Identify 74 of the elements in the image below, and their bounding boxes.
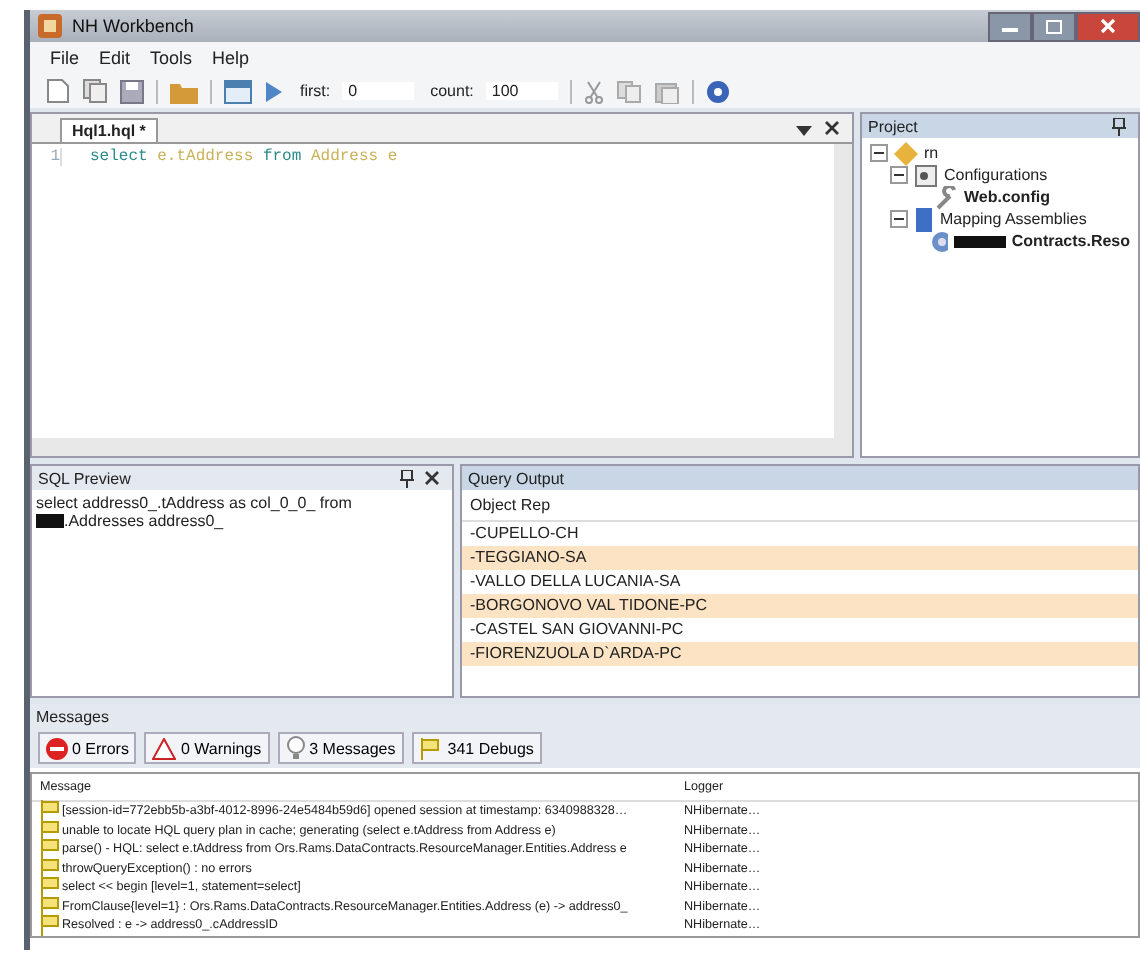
line-number: 1 (32, 148, 62, 166)
menu-item[interactable]: Tools (150, 48, 193, 68)
dropdown-icon[interactable] (796, 126, 812, 136)
filter-button[interactable]: 341 Debugs (411, 732, 542, 764)
gear-icon (929, 229, 948, 253)
error-icon (46, 737, 68, 759)
flag-icon (40, 914, 62, 937)
first-label: first: (300, 82, 331, 100)
flag-icon (40, 819, 62, 842)
count-field[interactable]: 100 (485, 82, 558, 100)
table-cell-text: -VALLO DELLA LUCANIA-SA (468, 570, 683, 594)
panel-title: SQL Preview (38, 469, 131, 487)
table-cell-text: -CUPELLO-CH (468, 522, 581, 546)
vertical-scrollbar[interactable] (834, 144, 852, 438)
code-line: select e.tAddress from Address e (90, 148, 398, 166)
panel-title: Messages (36, 707, 109, 725)
horizontal-scrollbar[interactable] (32, 438, 852, 456)
menu-item[interactable]: Help (212, 48, 250, 68)
collapse-icon[interactable] (890, 210, 908, 228)
save-icon[interactable] (120, 79, 144, 103)
panel-title: Project (868, 117, 918, 135)
filter-button[interactable]: 3 Messages (277, 732, 404, 764)
sql-text: select address0_.tAddress as col_0_0_ from (36, 494, 352, 512)
app-icon (38, 14, 62, 38)
collapse-icon[interactable] (890, 166, 908, 184)
close-icon[interactable] (824, 120, 840, 136)
new-file-icon[interactable] (46, 78, 70, 104)
tree-item[interactable]: Contracts.Reso (1011, 232, 1131, 250)
tree-item[interactable]: Configurations (944, 166, 1048, 184)
copy-icon[interactable] (82, 78, 108, 104)
first-field[interactable]: 0 (342, 82, 415, 100)
flag-icon (40, 857, 62, 880)
filter-button[interactable]: 0 Warnings (144, 732, 270, 764)
close-icon[interactable] (424, 470, 440, 486)
maximize-button[interactable] (1032, 11, 1076, 41)
tree-item[interactable]: rn (924, 144, 939, 162)
maximize-icon (1046, 19, 1062, 33)
pin-icon[interactable] (400, 469, 414, 487)
close-icon (1100, 18, 1116, 34)
sql-text: .Addresses address0_ (64, 512, 224, 530)
table-cell-text: -CASTEL SAN GIOVANNI-PC (468, 618, 686, 642)
flag-icon (40, 876, 62, 899)
filter-button[interactable]: 0 Errors (38, 732, 137, 764)
count-label: count: (430, 82, 474, 100)
redaction-bar (954, 235, 1006, 247)
menu-item[interactable]: Edit (99, 48, 131, 68)
window-title: NH Workbench (72, 16, 194, 36)
window-icon[interactable] (224, 79, 252, 103)
table-cell: -BORGONOVO VAL TIDONE-PC (462, 594, 1138, 618)
lightbulb-icon (285, 736, 306, 760)
flag-icon (40, 800, 62, 823)
document-tab[interactable]: Hql1.hql * (60, 118, 158, 142)
menu-item[interactable]: File (50, 48, 80, 68)
book-icon (914, 207, 934, 231)
document-icon (914, 163, 938, 187)
help-icon[interactable] (705, 79, 730, 103)
warning-icon (152, 737, 177, 759)
close-button[interactable] (1076, 11, 1140, 41)
panel-title: Query Output (468, 469, 565, 487)
tree-item[interactable]: Mapping Assemblies (940, 210, 1087, 228)
run-icon[interactable] (264, 79, 284, 103)
redaction-bar (36, 514, 64, 528)
tree-item[interactable]: Web.config (964, 188, 1050, 206)
wrench-icon (934, 185, 958, 209)
column-header[interactable]: Object Rep (462, 490, 1138, 522)
flag-icon (40, 895, 62, 918)
cut-icon[interactable] (583, 79, 604, 103)
table-cell: -TEGGIANO-SA (462, 546, 1138, 570)
collapse-icon[interactable] (870, 144, 888, 162)
flag-icon (40, 838, 62, 861)
flag-icon (419, 737, 444, 759)
minimize-button[interactable] (988, 11, 1032, 41)
pin-icon[interactable] (1112, 117, 1126, 135)
table-cell: -FIORENZUOLA D`ARDA-PC (462, 642, 1138, 666)
